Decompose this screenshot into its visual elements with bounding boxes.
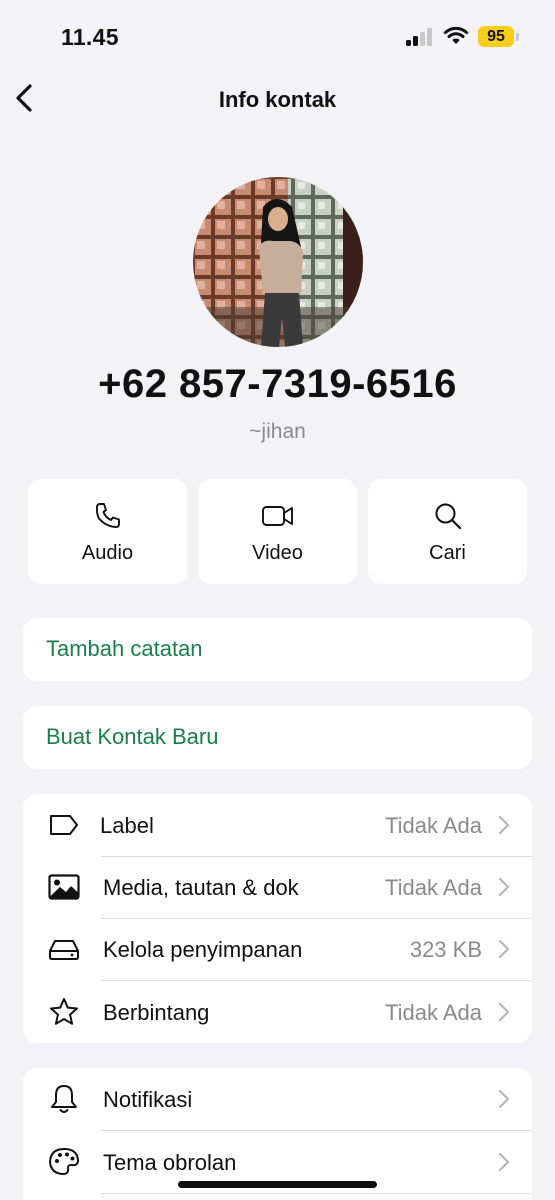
list-item-starred[interactable]: Berbintang Tidak Ada [23, 981, 532, 1043]
palette-icon [47, 1146, 81, 1178]
row-value: Tidak Ada [384, 813, 482, 838]
add-note-card[interactable]: Tambah catatan [23, 618, 532, 681]
video-camera-icon [261, 506, 293, 526]
audio-call-button[interactable]: Audio [28, 479, 187, 584]
list-item-media[interactable]: Media, tautan & dok Tidak Ada [23, 856, 532, 918]
video-label: Video [252, 542, 303, 564]
row-title: Notifikasi [103, 1087, 193, 1112]
search-label: Cari [429, 542, 466, 564]
battery-nub [516, 33, 519, 41]
storage-icon [47, 933, 81, 965]
search-button[interactable]: Cari [368, 479, 527, 584]
row-title: Label [100, 813, 154, 838]
chevron-right-icon [498, 1002, 510, 1022]
cellular-signal-icon [406, 28, 434, 46]
search-icon [435, 503, 461, 530]
avatar[interactable] [193, 177, 363, 347]
row-title: Kelola penyimpanan [103, 937, 303, 962]
video-call-button[interactable]: Video [198, 479, 357, 584]
divider [101, 1193, 532, 1194]
list-item-notifications[interactable]: Notifikasi [23, 1068, 532, 1130]
profile-photo [193, 177, 363, 347]
create-contact-button[interactable]: Buat Kontak Baru [46, 724, 218, 750]
chevron-right-icon [498, 815, 510, 835]
list-item-label[interactable]: Label Tidak Ada [23, 794, 532, 856]
chevron-right-icon [498, 877, 510, 897]
wifi-icon [443, 26, 469, 44]
row-value: Tidak Ada [384, 1000, 482, 1025]
audio-label: Audio [81, 542, 134, 564]
row-title: Berbintang [103, 1000, 210, 1025]
row-value: 323 KB [409, 937, 482, 962]
chevron-right-icon [498, 939, 510, 959]
star-icon [47, 996, 81, 1028]
home-indicator[interactable] [178, 1181, 377, 1188]
row-title: Media, tautan & dok [103, 875, 299, 900]
tag-icon [47, 809, 81, 841]
new-contact-card[interactable]: Buat Kontak Baru [23, 706, 532, 769]
battery-indicator: 95 [478, 26, 514, 47]
info-list: Label Tidak Ada Media, tautan & dok Tida… [23, 794, 532, 1043]
page-title: Info kontak [218, 87, 337, 112]
chevron-right-icon [498, 1152, 510, 1172]
status-bar: 11.45 95 [0, 0, 555, 70]
phone-icon [95, 503, 120, 528]
row-title: Tema obrolan [103, 1150, 237, 1175]
status-time: 11.45 [61, 24, 119, 50]
contact-phone-number: +62 857-7319-6516 [98, 362, 457, 406]
contact-username: ~jihan [249, 420, 306, 443]
row-value: Tidak Ada [384, 875, 482, 900]
chevron-right-icon [498, 1089, 510, 1109]
list-item-storage[interactable]: Kelola penyimpanan 323 KB [23, 918, 532, 980]
image-icon [47, 871, 81, 903]
bell-icon [47, 1083, 81, 1115]
add-note-button[interactable]: Tambah catatan [46, 636, 203, 662]
